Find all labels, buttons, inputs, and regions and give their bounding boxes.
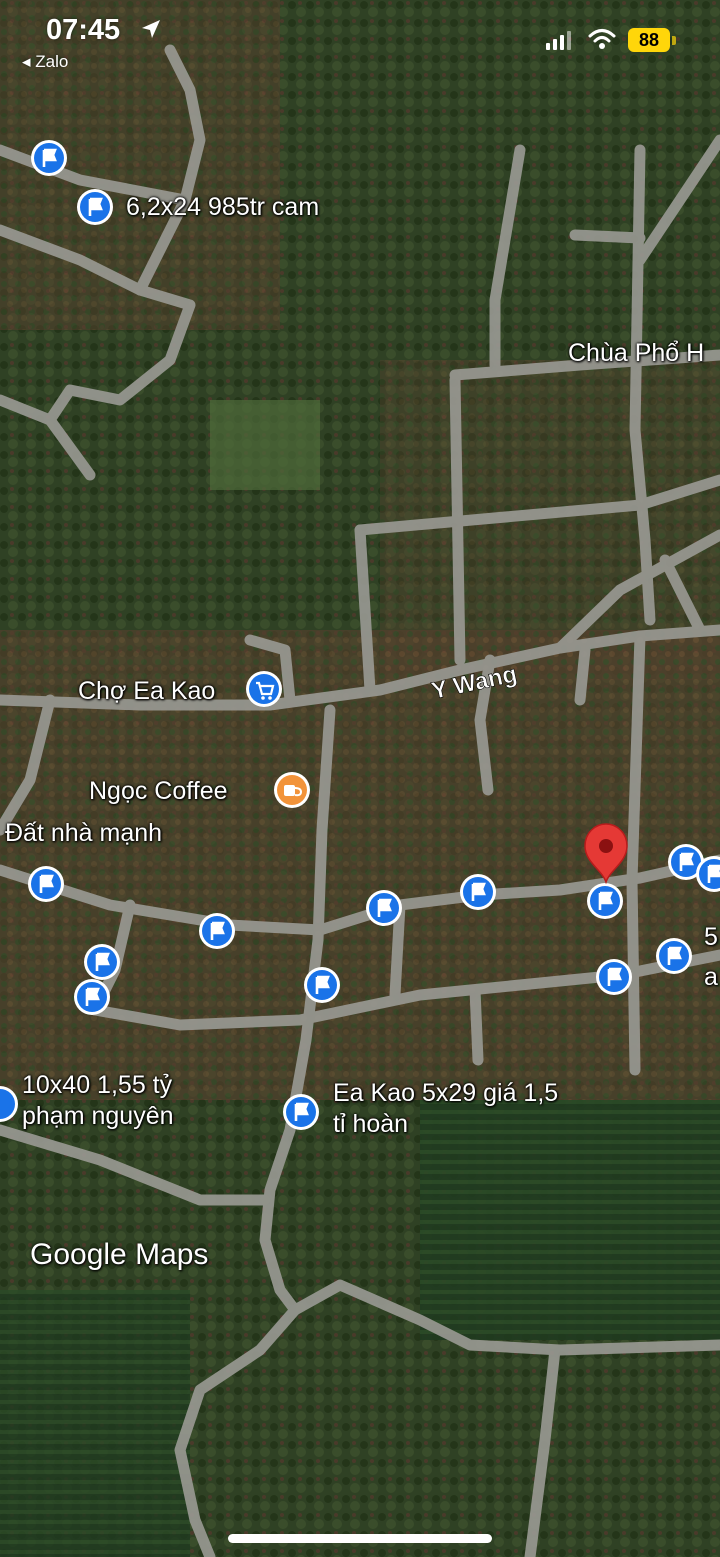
flag-pin — [199, 913, 235, 949]
flag-pin — [84, 944, 120, 980]
label-line: 10x40 1,55 tỷ — [22, 1071, 173, 1099]
battery-indicator: 88 — [628, 28, 670, 52]
cart-icon[interactable] — [246, 671, 282, 707]
saved-place-label[interactable]: 10x40 1,55 tỷ phạm nguyên — [22, 1070, 174, 1133]
wifi-icon — [588, 29, 616, 49]
place-label-market[interactable]: Chợ Ea Kao — [78, 676, 215, 707]
flag-pin — [587, 883, 623, 919]
flag-pin — [304, 967, 340, 1003]
saved-place-label[interactable]: Ea Kao 5x29 giá 1,5 tỉ hoàn — [333, 1078, 558, 1141]
back-to-app-button[interactable]: ◂ Zalo — [22, 52, 68, 72]
plantation-sw — [0, 1290, 190, 1557]
google-maps-logo: Google Maps — [30, 1238, 209, 1271]
home-indicator[interactable] — [228, 1534, 492, 1543]
flag-pin — [460, 874, 496, 910]
flag-pin — [283, 1094, 319, 1130]
flag-pin — [77, 189, 113, 225]
saved-place-label[interactable]: a — [704, 962, 718, 993]
field — [210, 400, 320, 490]
flag-pin — [74, 979, 110, 1015]
flag-pin — [596, 959, 632, 995]
battery-tip — [672, 36, 676, 45]
flag-pin — [366, 890, 402, 926]
flag-pin — [656, 938, 692, 974]
saved-place-label[interactable]: 6,2x24 985tr cam — [126, 192, 319, 223]
saved-place-label[interactable]: Đất nhà mạnh — [5, 818, 162, 849]
flag-pin — [31, 140, 67, 176]
label-line: tỉ hoàn — [333, 1110, 409, 1139]
saved-place-label[interactable]: 5 — [704, 922, 718, 953]
label-line: Ea Kao 5x29 giá 1,5 — [333, 1079, 559, 1107]
cellular-signal-icon — [546, 31, 571, 50]
flag-pin — [28, 866, 64, 902]
place-label-pagoda[interactable]: Chùa Phổ H — [568, 338, 704, 369]
status-bar: 07:45 ◂ Zalo 88 — [0, 0, 720, 80]
coffee-icon[interactable] — [274, 772, 310, 808]
place-label-coffee[interactable]: Ngọc Coffee — [89, 776, 228, 807]
location-arrow-icon — [142, 20, 160, 38]
label-line: phạm nguyên — [22, 1102, 174, 1131]
clock: 07:45 — [46, 14, 121, 46]
